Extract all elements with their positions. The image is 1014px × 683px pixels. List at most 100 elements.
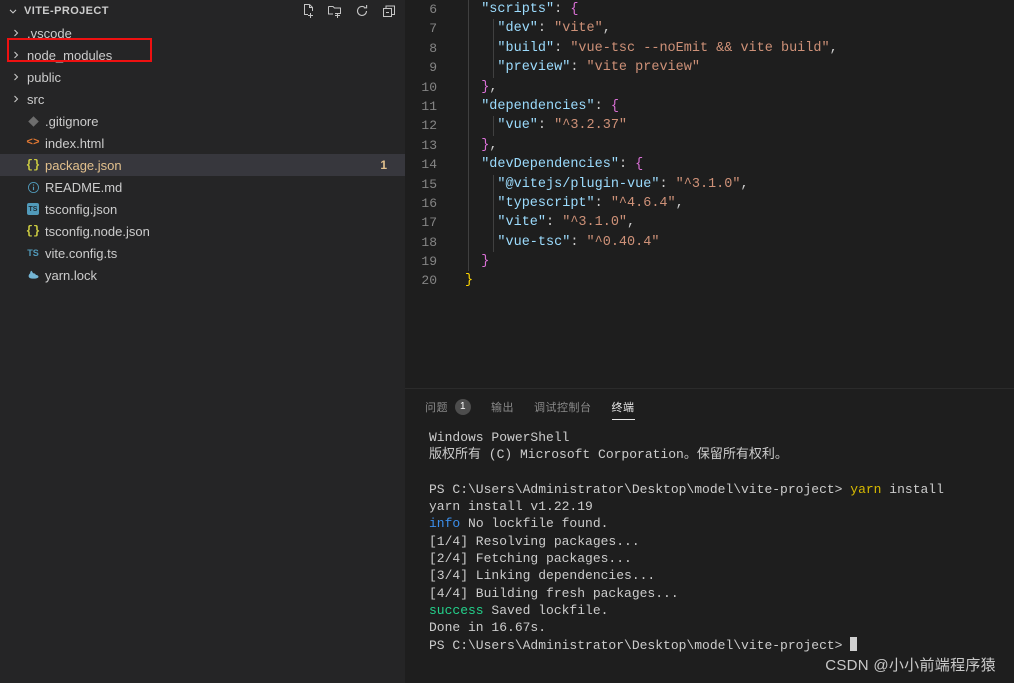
tree-item-label: package.json bbox=[45, 157, 122, 173]
terminal-line: 版权所有 (C) Microsoft Corporation。保留所有权利。 bbox=[429, 446, 1014, 463]
terminal-text: success bbox=[429, 602, 484, 618]
yarn-icon bbox=[24, 269, 42, 282]
explorer-title-row[interactable]: VITE-PROJECT bbox=[0, 0, 405, 22]
code-token: , bbox=[627, 215, 636, 231]
code-text: "vue-tsc": "^0.40.4" bbox=[457, 232, 659, 253]
code-token: "vite" bbox=[554, 21, 603, 37]
code-token: "vite" bbox=[497, 215, 547, 231]
panel-tab-debug-console[interactable]: 调试控制台 bbox=[524, 389, 602, 424]
tree-item-tsconfig-json[interactable]: TS tsconfig.json bbox=[0, 198, 405, 220]
tree-item-label: node_modules bbox=[27, 47, 113, 63]
indent-guide bbox=[468, 19, 469, 39]
terminal-text: yarn install v1.22.19 bbox=[429, 499, 593, 515]
chevron-right-icon[interactable] bbox=[8, 71, 24, 83]
code-token: { bbox=[610, 98, 619, 114]
tree-item-public[interactable]: public bbox=[0, 66, 405, 88]
panel-tab-output[interactable]: 输出 bbox=[481, 389, 524, 424]
collapse-all-icon[interactable] bbox=[381, 3, 397, 19]
code-token: "vue-tsc --noEmit && vite build" bbox=[570, 40, 830, 56]
tree-item-readme-md[interactable]: README.md bbox=[0, 176, 405, 198]
indent-guide bbox=[468, 193, 469, 214]
code-token: { bbox=[570, 2, 579, 17]
code-token: : bbox=[537, 21, 555, 37]
code-line: 13 }, bbox=[405, 135, 1014, 156]
git-icon bbox=[24, 115, 42, 128]
code-line: 11 "dependencies": { bbox=[405, 96, 1014, 117]
code-line: 12 "vue": "^3.2.37" bbox=[405, 116, 1014, 136]
tree-item--vscode[interactable]: .vscode bbox=[0, 22, 405, 44]
code-token: "^4.6.4" bbox=[610, 195, 676, 211]
tree-item-label: src bbox=[27, 91, 45, 107]
new-file-icon[interactable] bbox=[300, 3, 316, 19]
code-text: "build": "vue-tsc --noEmit && vite build… bbox=[457, 38, 838, 59]
line-number: 11 bbox=[421, 98, 437, 114]
tree-item--gitignore[interactable]: .gitignore bbox=[0, 110, 405, 132]
code-token: : bbox=[594, 98, 611, 114]
code-token: : bbox=[594, 195, 611, 211]
code-token: "build" bbox=[497, 40, 555, 56]
vscode-window: VITE-PROJECT .vscode node_modules public… bbox=[0, 0, 1014, 683]
line-number: 7 bbox=[429, 21, 437, 37]
tree-item-yarn-lock[interactable]: yarn.lock bbox=[0, 264, 405, 286]
code-token: "^3.1.0" bbox=[562, 215, 628, 231]
code-editor[interactable]: 6 "scripts": {7 "dev": "vite", 8 "build":… bbox=[405, 0, 1014, 388]
code-text: "preview": "vite preview" bbox=[457, 58, 700, 78]
chevron-right-icon[interactable] bbox=[8, 93, 24, 105]
code-line: 18 "vue-tsc": "^0.40.4" bbox=[405, 232, 1014, 253]
tree-item-label: .gitignore bbox=[45, 113, 99, 129]
code-line: 14 "devDependencies": { bbox=[405, 155, 1014, 175]
code-token: "vue-tsc" bbox=[497, 234, 571, 250]
terminal-text: install bbox=[881, 481, 944, 497]
code-text: "vue": "^3.2.37" bbox=[457, 116, 627, 136]
code-token: "devDependencies" bbox=[481, 157, 619, 173]
code-token: : bbox=[546, 215, 563, 231]
line-number: 15 bbox=[421, 176, 437, 192]
code-token: "vue" bbox=[497, 118, 538, 134]
code-line: 17 "vite": "^3.1.0", bbox=[405, 213, 1014, 233]
explorer-actions bbox=[300, 0, 397, 22]
tree-item-index-html[interactable]: <> index.html bbox=[0, 132, 405, 154]
panel-tab-label: 问题 bbox=[425, 401, 448, 414]
code-token: "preview" bbox=[497, 60, 571, 76]
code-token: "dev" bbox=[497, 21, 538, 37]
chevron-right-icon[interactable] bbox=[8, 27, 24, 39]
terminal-text: Done in 16.67s. bbox=[429, 620, 547, 636]
code-token: "scripts" bbox=[481, 2, 555, 17]
code-token: : bbox=[570, 234, 587, 250]
terminal-output[interactable]: Windows PowerShell 版权所有 (C) Microsoft Cor… bbox=[405, 424, 1014, 683]
new-folder-icon[interactable] bbox=[327, 3, 343, 19]
chevron-right-icon[interactable] bbox=[8, 49, 24, 61]
tree-item-package-json[interactable]: {} package.json 1 bbox=[0, 154, 405, 176]
editor-area: 6 "scripts": {7 "dev": "vite", 8 "build":… bbox=[405, 0, 1014, 683]
panel-tab-problems[interactable]: 问题 1 bbox=[415, 389, 481, 424]
code-token: "typescript" bbox=[497, 195, 595, 211]
code-line: 6 "scripts": { bbox=[405, 0, 1014, 20]
panel-tab-terminal[interactable]: 终端 bbox=[602, 389, 645, 424]
tsconfig-icon: TS bbox=[24, 203, 42, 215]
tree-item-src[interactable]: src bbox=[0, 88, 405, 110]
code-text: } bbox=[457, 252, 489, 272]
tree-item-tsconfig-node-json[interactable]: {} tsconfig.node.json bbox=[0, 220, 405, 242]
line-number: 14 bbox=[421, 157, 437, 173]
refresh-icon[interactable] bbox=[354, 3, 370, 19]
line-number: 9 bbox=[429, 60, 437, 76]
indent-guide bbox=[468, 77, 469, 97]
info-markdown-icon bbox=[24, 181, 42, 194]
tree-item-label: tsconfig.json bbox=[45, 201, 118, 217]
indent-guide bbox=[468, 213, 469, 233]
panel-tab-bar: 问题 1 输出 调试控制台 终端 bbox=[405, 389, 1014, 424]
code-token: : bbox=[554, 2, 571, 17]
line-number: 17 bbox=[421, 215, 437, 231]
code-text: "devDependencies": { bbox=[457, 155, 643, 175]
code-token: , bbox=[740, 176, 749, 192]
code-text: "@vitejs/plugin-vue": "^3.1.0", bbox=[457, 174, 749, 194]
terminal-text: PS C:\Users\Administrator\Desktop\model\… bbox=[429, 481, 851, 497]
terminal-text: Windows PowerShell bbox=[429, 430, 570, 445]
indent-guide bbox=[468, 252, 469, 272]
tree-item-vite-config-ts[interactable]: TS vite.config.ts bbox=[0, 242, 405, 264]
code-token: , bbox=[829, 40, 838, 56]
code-token: } bbox=[465, 273, 474, 289]
panel-tab-label: 终端 bbox=[611, 401, 635, 414]
tree-item-node-modules[interactable]: node_modules bbox=[0, 44, 405, 66]
chevron-down-icon[interactable] bbox=[6, 4, 20, 18]
